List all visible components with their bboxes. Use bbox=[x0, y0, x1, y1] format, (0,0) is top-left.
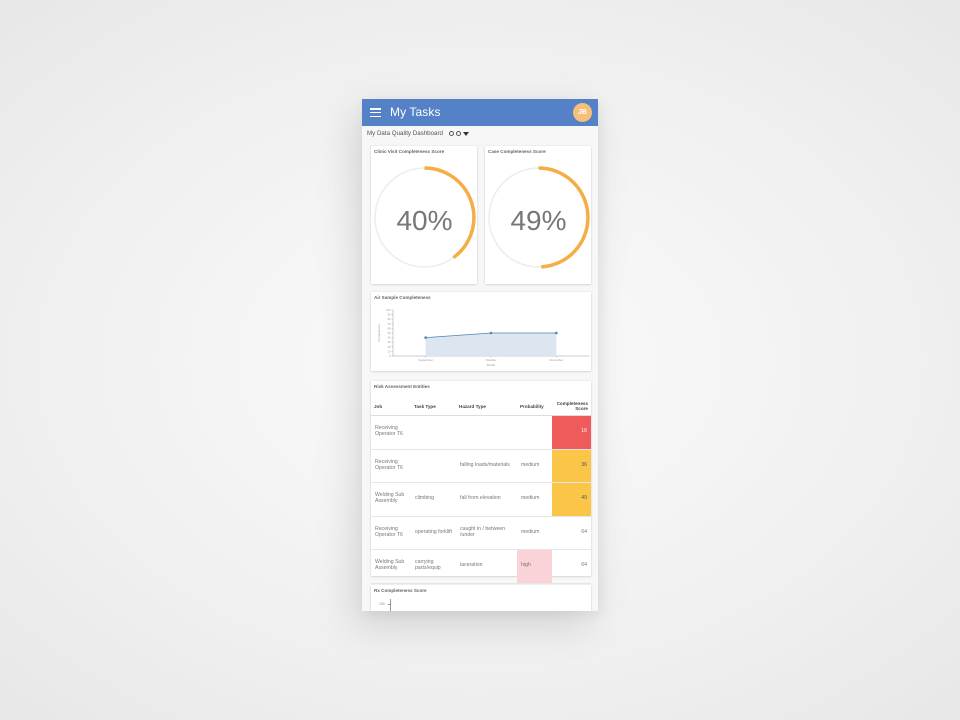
y-tick-label: 100 bbox=[386, 308, 391, 312]
cell-probability bbox=[517, 415, 552, 450]
x-axis-label: Month bbox=[487, 363, 496, 367]
cell-task-type bbox=[411, 449, 456, 483]
cell-job: Welding Sub Assembly bbox=[371, 482, 411, 517]
x-tick-label: November bbox=[549, 358, 563, 362]
cell-hazard-type: laceration bbox=[456, 549, 517, 584]
y-axis-label: Completeness bbox=[377, 323, 381, 341]
cell-completeness-score: 16 bbox=[552, 415, 591, 450]
y-tick-label: 80 bbox=[388, 317, 391, 321]
column-header-probability[interactable]: Probability bbox=[517, 397, 552, 416]
y-tick-label: 60 bbox=[388, 326, 391, 330]
dashboard-title: My Data Quality Dashboard bbox=[367, 130, 444, 137]
y-tick-label: 50 bbox=[388, 331, 391, 335]
x-tick-label: September bbox=[418, 358, 433, 362]
air-sample-card: Air Sample Completeness 0 10 20 30 40 50 60 70 8… bbox=[371, 292, 591, 371]
filter-icon[interactable] bbox=[463, 131, 470, 136]
cell-probability: medium bbox=[517, 449, 552, 483]
table-row[interactable]: Receiving Operator T6 falling loads/mate… bbox=[371, 449, 591, 483]
cell-completeness-score: 64 bbox=[552, 516, 591, 550]
cell-hazard-type: falling loads/materials bbox=[456, 449, 517, 483]
cell-job: Receiving Operator T6 bbox=[371, 449, 411, 483]
cell-completeness-score: 49 bbox=[552, 482, 591, 517]
app-bar: My Tasks JB bbox=[362, 99, 598, 126]
cell-probability: medium bbox=[517, 516, 552, 550]
y-tick-label: 40 bbox=[388, 336, 391, 340]
cell-completeness-score: 36 bbox=[552, 449, 591, 483]
y-tick-label: 10 bbox=[388, 349, 391, 353]
rx-axis-tick: 100 bbox=[379, 602, 385, 606]
card-title: Clinic Visit Completeness Score bbox=[374, 149, 445, 154]
cell-hazard-type: fall from elevation bbox=[456, 482, 517, 517]
card-title: Rx Completeness Score bbox=[374, 588, 427, 593]
cell-task-type bbox=[411, 415, 456, 450]
mobile-app-frame: My Tasks JB My Data Quality Dashboard Cl… bbox=[362, 99, 598, 611]
app-title: My Tasks bbox=[390, 105, 441, 119]
cell-probability: medium bbox=[517, 482, 552, 517]
gauge-value: 49% bbox=[510, 205, 567, 236]
gauge-value: 40% bbox=[396, 205, 453, 236]
cell-job: Receiving Operator T6 bbox=[371, 415, 411, 450]
gauge-card-clinic-visit: Clinic Visit Completeness Score 40% bbox=[371, 146, 477, 284]
table-row[interactable]: Receiving Operator T6 16 bbox=[371, 415, 591, 450]
x-tick-label: October bbox=[486, 358, 497, 362]
table-row[interactable]: Welding Sub Assembly climbing fall from … bbox=[371, 482, 591, 517]
cell-job: Welding Sub Assembly bbox=[371, 549, 411, 584]
data-point bbox=[555, 331, 558, 335]
y-tick-label: 30 bbox=[388, 340, 391, 344]
y-tick-label: 20 bbox=[388, 345, 391, 349]
cell-completeness-score: 64 bbox=[552, 549, 591, 584]
cell-job: Receiving Operator T6 bbox=[371, 516, 411, 550]
data-point bbox=[489, 331, 493, 335]
cell-task-type: climbing bbox=[411, 482, 456, 517]
data-point bbox=[424, 336, 427, 339]
table-header-row: Job Task Type Hazard Type Probability Co… bbox=[371, 397, 591, 416]
cell-task-type: carrying parts/equip bbox=[411, 549, 456, 584]
user-avatar[interactable]: JB bbox=[573, 103, 592, 122]
cell-hazard-type bbox=[456, 415, 517, 450]
dashboard-header: My Data Quality Dashboard bbox=[367, 130, 470, 137]
table-row[interactable]: Welding Sub Assembly carrying parts/equi… bbox=[371, 549, 591, 584]
card-title: Case Completeness Score bbox=[488, 149, 546, 154]
minus-circle-icon[interactable] bbox=[455, 131, 461, 136]
gauge-card-case: Case Completeness Score 49% bbox=[485, 146, 591, 284]
table-row[interactable]: Receiving Operator T6 operating forklift… bbox=[371, 516, 591, 550]
cell-hazard-type: caught in / between /under bbox=[456, 516, 517, 550]
cell-probability: high bbox=[517, 549, 552, 584]
card-title: Risk Assessment Entities bbox=[374, 384, 430, 389]
column-header-completeness-score[interactable]: Completeness Score bbox=[552, 397, 591, 416]
rx-axis-line bbox=[390, 599, 391, 611]
column-header-job[interactable]: Job bbox=[371, 397, 411, 416]
column-header-task-type[interactable]: Task Type bbox=[411, 397, 456, 416]
y-tick-label: 70 bbox=[388, 322, 391, 326]
card-title: Air Sample Completeness bbox=[374, 295, 431, 300]
hamburger-menu-icon[interactable] bbox=[370, 108, 381, 118]
y-tick-label: 90 bbox=[388, 313, 391, 317]
y-tick-label: 0 bbox=[389, 354, 391, 358]
cell-task-type: operating forklift bbox=[411, 516, 456, 550]
air-sample-chart: 0102030405060708090100 Completeness Septem… bbox=[377, 308, 589, 367]
risk-assessment-card: Risk Assessment Entities Job Task Type H… bbox=[371, 381, 591, 584]
rx-completeness-card: Rx Completeness Score 100 bbox=[371, 585, 591, 611]
risk-table: Job Task Type Hazard Type Probability Co… bbox=[371, 397, 591, 584]
rx-axis-tick-mark bbox=[388, 604, 390, 605]
info-icon[interactable] bbox=[449, 131, 455, 136]
column-header-hazard-type[interactable]: Hazard Type bbox=[456, 397, 517, 416]
